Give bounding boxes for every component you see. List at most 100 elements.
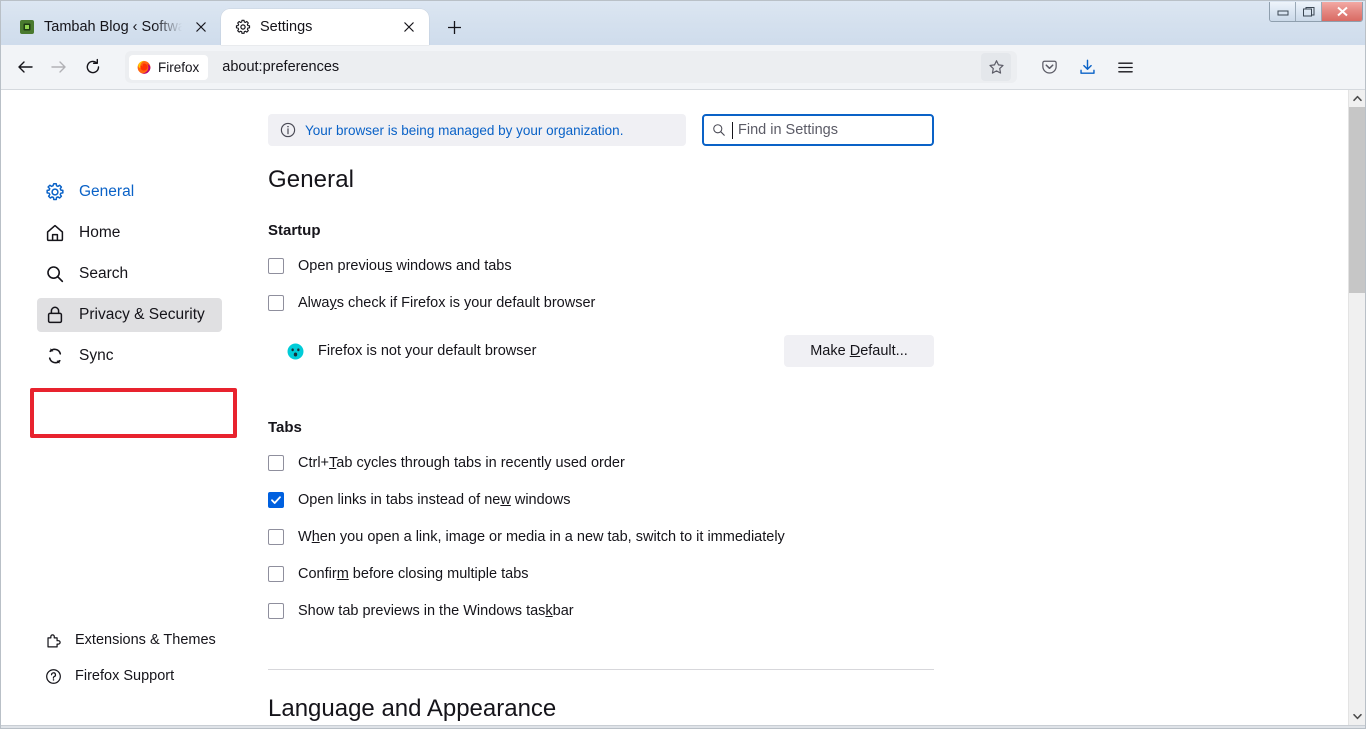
scroll-down-button[interactable] bbox=[1349, 708, 1366, 725]
forward-button[interactable] bbox=[43, 51, 75, 83]
checkbox-row-tab-previews[interactable]: Show tab previews in the Windows taskbar bbox=[268, 597, 934, 625]
sidebar-item-label: Privacy & Security bbox=[79, 306, 205, 323]
forward-icon bbox=[51, 61, 66, 73]
back-icon bbox=[18, 61, 33, 73]
close-button[interactable] bbox=[1322, 2, 1362, 21]
sidebar-item-extensions-themes[interactable]: Extensions & Themes bbox=[37, 625, 237, 655]
firefox-alert-face-icon bbox=[287, 343, 304, 359]
sidebar-footer-label: Firefox Support bbox=[75, 668, 175, 684]
default-browser-status: Firefox is not your default browser bbox=[286, 342, 536, 361]
lock-icon bbox=[47, 306, 63, 324]
sidebar-item-search[interactable]: Search bbox=[37, 257, 237, 291]
checkbox-row-switch-immediately[interactable]: When you open a link, image or media in … bbox=[268, 523, 934, 551]
info-circle-icon bbox=[280, 122, 296, 138]
checkbox-ctrl-tab[interactable] bbox=[268, 455, 284, 471]
checkbox-label: Always check if Firefox is your default … bbox=[298, 295, 596, 311]
identity-label: Firefox bbox=[158, 59, 200, 75]
chevron-up-icon bbox=[1352, 95, 1362, 102]
reload-button[interactable] bbox=[77, 51, 109, 83]
url-bar[interactable]: Firefox about:preferences bbox=[125, 51, 1017, 83]
vertical-scrollbar[interactable] bbox=[1348, 90, 1365, 725]
checkbox-label: Confirm before closing multiple tabs bbox=[298, 566, 529, 582]
preferences-main: Your browser is being managed by your or… bbox=[249, 90, 1365, 725]
sidebar-item-sync[interactable]: Sync bbox=[37, 339, 237, 373]
identity-chip[interactable]: Firefox bbox=[129, 54, 209, 80]
checkbox-row-open-links-in-tabs[interactable]: Open links in tabs instead of new window… bbox=[268, 486, 934, 514]
checkbox-switch-immediately[interactable] bbox=[268, 529, 284, 545]
tab-title: Settings bbox=[260, 19, 313, 35]
url-text[interactable]: about:preferences bbox=[208, 59, 981, 75]
browser-window: Tambah Blog ‹ Software dan Tek Settings bbox=[0, 0, 1366, 729]
sidebar-footer: Extensions & Themes Firefox Support bbox=[1, 619, 249, 697]
navigation-toolbar: Firefox about:preferences bbox=[1, 45, 1365, 90]
checkbox-tab-previews[interactable] bbox=[268, 603, 284, 619]
toolbar-actions bbox=[1033, 51, 1141, 83]
tab-close-icon[interactable] bbox=[191, 17, 211, 37]
pocket-button[interactable] bbox=[1033, 51, 1065, 83]
checkbox-label: Open links in tabs instead of new window… bbox=[298, 492, 571, 508]
tabs-heading: Tabs bbox=[268, 419, 302, 436]
tab-tambah-blog[interactable]: Tambah Blog ‹ Software dan Tek bbox=[5, 9, 221, 45]
sidebar-footer-label: Extensions & Themes bbox=[75, 632, 216, 648]
star-icon bbox=[988, 59, 1004, 74]
checkbox-label: When you open a link, image or media in … bbox=[298, 529, 785, 545]
scroll-up-button[interactable] bbox=[1349, 90, 1366, 107]
checkbox-open-previous[interactable] bbox=[268, 258, 284, 274]
text-caret bbox=[732, 121, 733, 139]
top-row: Your browser is being managed by your or… bbox=[268, 114, 934, 146]
sidebar-item-label: Search bbox=[79, 265, 129, 282]
checkbox-row-ctrl-tab[interactable]: Ctrl+Tab cycles through tabs in recently… bbox=[268, 449, 934, 477]
restore-button[interactable] bbox=[1296, 2, 1322, 21]
firefox-logo-icon bbox=[137, 60, 151, 74]
site-favicon bbox=[20, 20, 34, 34]
startup-heading: Startup bbox=[268, 222, 321, 239]
managed-notice-text[interactable]: Your browser is being managed by your or… bbox=[305, 123, 623, 138]
tab-close-icon[interactable] bbox=[399, 17, 419, 37]
puzzle-icon bbox=[47, 633, 61, 648]
sidebar-item-home[interactable]: Home bbox=[37, 216, 237, 250]
tab-strip: Tambah Blog ‹ Software dan Tek Settings bbox=[1, 1, 1365, 45]
minimize-button[interactable] bbox=[1270, 2, 1296, 21]
scroll-track[interactable] bbox=[1348, 107, 1365, 708]
checkbox-label: Ctrl+Tab cycles through tabs in recently… bbox=[298, 455, 625, 471]
sidebar-item-general[interactable]: General bbox=[37, 175, 237, 209]
checkbox-always-check-default[interactable] bbox=[268, 295, 284, 311]
downloads-button[interactable] bbox=[1071, 51, 1103, 83]
sidebar-item-label: Home bbox=[79, 224, 121, 241]
scroll-thumb[interactable] bbox=[1348, 107, 1365, 293]
home-icon bbox=[46, 224, 64, 242]
gear-icon bbox=[46, 183, 64, 201]
language-appearance-title: Language and Appearance bbox=[268, 695, 557, 722]
sync-icon bbox=[48, 348, 62, 364]
tab-title: Tambah Blog ‹ Software dan Tek bbox=[44, 19, 182, 35]
question-circle-icon bbox=[46, 668, 61, 684]
checkbox-row-confirm-closing[interactable]: Confirm before closing multiple tabs bbox=[268, 560, 934, 588]
preferences-page: General Home Search Privacy & Security S… bbox=[1, 90, 1365, 725]
back-button[interactable] bbox=[9, 51, 41, 83]
new-tab-button[interactable] bbox=[439, 12, 469, 42]
checkbox-row-open-previous[interactable]: Open previous windows and tabs bbox=[268, 252, 934, 280]
checkbox-confirm-closing[interactable] bbox=[268, 566, 284, 582]
section-divider bbox=[268, 669, 934, 670]
tab-settings[interactable]: Settings bbox=[221, 9, 429, 45]
checkbox-open-links-in-tabs[interactable] bbox=[268, 492, 284, 508]
sidebar-item-label: Sync bbox=[79, 347, 114, 364]
bookmark-button[interactable] bbox=[981, 53, 1011, 81]
sidebar-item-privacy-security[interactable]: Privacy & Security bbox=[37, 298, 222, 332]
default-browser-row: Firefox is not your default browser Make… bbox=[286, 335, 934, 367]
page-title: General bbox=[268, 166, 355, 193]
gear-icon bbox=[235, 19, 251, 34]
checkbox-row-always-check-default[interactable]: Always check if Firefox is your default … bbox=[268, 289, 934, 317]
checkbox-label: Show tab previews in the Windows taskbar bbox=[298, 603, 574, 619]
default-browser-status-text: Firefox is not your default browser bbox=[318, 343, 537, 359]
checkbox-label: Open previous windows and tabs bbox=[298, 258, 512, 274]
highlight-annotation-box bbox=[30, 388, 237, 438]
make-default-button[interactable]: Make Default... bbox=[784, 335, 934, 367]
preferences-sidebar: General Home Search Privacy & Security S… bbox=[1, 90, 249, 725]
sidebar-item-firefox-support[interactable]: Firefox Support bbox=[37, 661, 237, 691]
download-icon bbox=[1079, 59, 1095, 74]
startup-section: Startup Open previous windows and tabs A… bbox=[268, 222, 934, 367]
plus-icon bbox=[447, 20, 461, 34]
app-menu-button[interactable] bbox=[1109, 51, 1141, 83]
search-input[interactable]: Find in Settings bbox=[702, 114, 934, 146]
